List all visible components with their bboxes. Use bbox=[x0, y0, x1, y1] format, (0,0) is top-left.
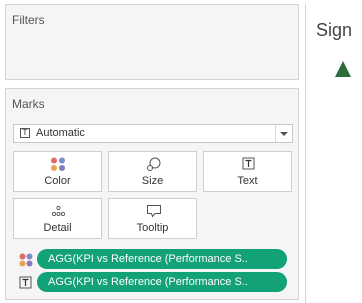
tooltip-button[interactable]: Tooltip bbox=[108, 198, 197, 239]
view-panel: Sign bbox=[305, 4, 362, 303]
text-icon bbox=[242, 157, 255, 170]
marks-card: Marks T Automatic Color Size Text Detail… bbox=[5, 88, 299, 300]
text-icon: T bbox=[20, 128, 30, 138]
dropdown-divider bbox=[275, 125, 276, 142]
detail-button[interactable]: Detail bbox=[13, 198, 102, 239]
marks-field-row: AGG(KPI vs Reference (Performance S.. bbox=[6, 249, 300, 269]
detail-icon bbox=[51, 205, 66, 217]
size-button-label: Size bbox=[141, 175, 164, 187]
marks-field-row: AGG(KPI vs Reference (Performance S.. bbox=[6, 272, 300, 292]
size-button[interactable]: Size bbox=[108, 151, 197, 192]
filters-title: Filters bbox=[12, 13, 45, 27]
filters-card[interactable]: Filters bbox=[5, 4, 299, 80]
size-icon bbox=[147, 157, 161, 171]
color-dots-icon bbox=[51, 157, 65, 171]
color-button[interactable]: Color bbox=[13, 151, 102, 192]
detail-button-label: Detail bbox=[43, 222, 72, 234]
chevron-down-icon[interactable] bbox=[280, 132, 288, 136]
text-button-label: Text bbox=[237, 175, 258, 187]
color-dots-icon bbox=[19, 253, 33, 267]
tooltip-button-label: Tooltip bbox=[136, 222, 169, 234]
field-pill-text[interactable]: AGG(KPI vs Reference (Performance S.. bbox=[37, 272, 287, 292]
text-button[interactable]: Text bbox=[203, 151, 292, 192]
field-pill-color[interactable]: AGG(KPI vs Reference (Performance S.. bbox=[37, 249, 287, 269]
mark-type-dropdown[interactable]: T Automatic bbox=[13, 124, 293, 143]
view-title: Sign bbox=[316, 20, 353, 40]
triangle-up-icon[interactable] bbox=[335, 61, 351, 77]
text-icon bbox=[19, 276, 32, 289]
mark-type-label: Automatic bbox=[36, 127, 85, 139]
color-button-label: Color bbox=[44, 175, 71, 187]
marks-title: Marks bbox=[12, 97, 45, 111]
tooltip-icon bbox=[147, 205, 161, 218]
